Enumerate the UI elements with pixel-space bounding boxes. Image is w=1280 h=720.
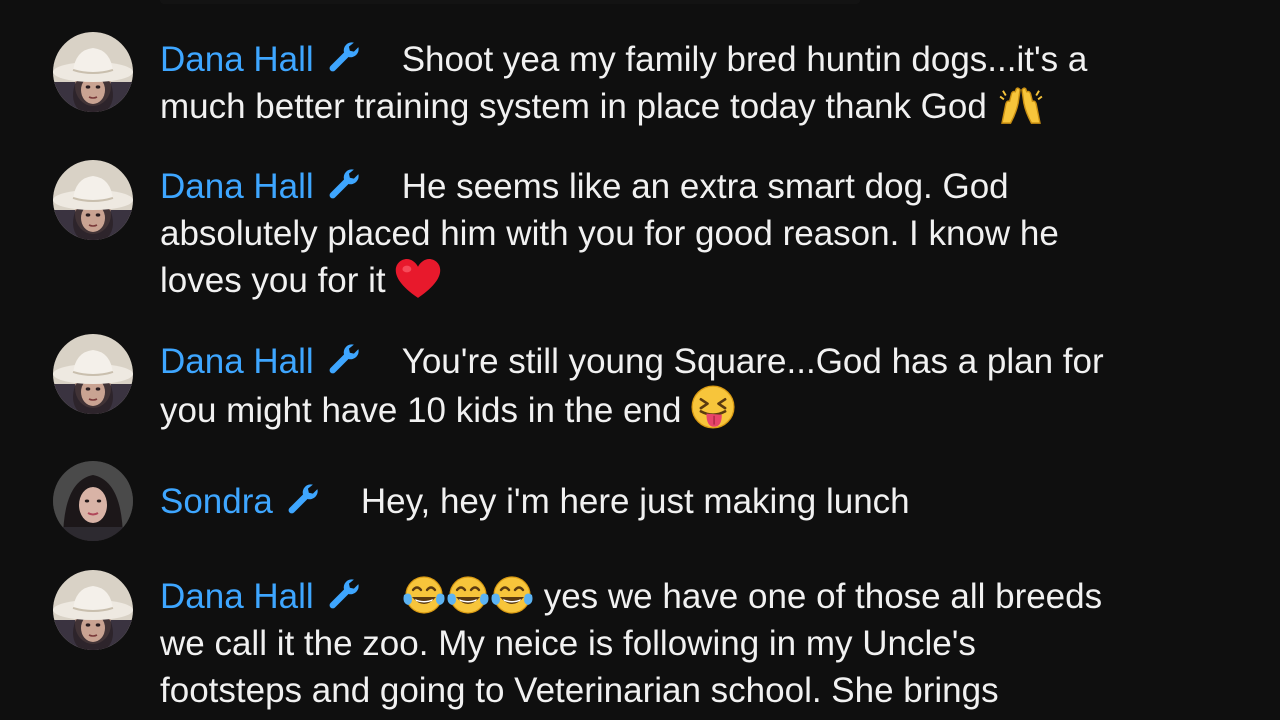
author-name[interactable]: Dana Hall — [160, 167, 314, 206]
avatar[interactable] — [53, 160, 133, 240]
message-text: much better training system in place tod… — [160, 87, 987, 126]
message-line: loves you for it — [160, 257, 1220, 311]
message-line: much better training system in place tod… — [160, 83, 1220, 137]
avatar[interactable] — [53, 32, 133, 112]
wrench-icon — [326, 341, 362, 389]
message-line: Sondra Hey, hey i'm here just making lunc… — [160, 478, 1220, 529]
author-name[interactable]: Dana Hall — [160, 577, 314, 616]
message-text: yes we have one of those all breeds — [543, 577, 1103, 616]
red-heart-emoji — [395, 259, 441, 311]
message-text: we call it the zoo. My neice is followin… — [160, 624, 976, 663]
tongue-out-emoji — [691, 385, 735, 441]
message-line: Dana Hall Shoot yea my family bred huntin… — [160, 36, 1220, 87]
wrench-icon — [326, 39, 362, 87]
message-text: you might have 10 kids in the end — [160, 391, 682, 430]
wrench-icon — [326, 166, 362, 214]
message-text: You're still young Square...God has a pl… — [401, 342, 1104, 381]
message-line: absolutely placed him with you for good … — [160, 210, 1220, 257]
message-text: absolutely placed him with you for good … — [160, 214, 1059, 253]
author-name[interactable]: Dana Hall — [160, 40, 314, 79]
message-line: we call it the zoo. My neice is followin… — [160, 620, 1220, 667]
message-text: Hey, hey i'm here just making lunch — [360, 482, 910, 521]
wrench-icon — [285, 481, 321, 529]
live-chat-feed: Dana Hall Shoot yea my family bred huntin… — [0, 0, 1280, 720]
raised-hands-emoji — [997, 87, 1045, 137]
message-line: Dana Hall yes we have one of those all br… — [160, 573, 1220, 627]
avatar[interactable] — [53, 461, 133, 541]
message-line: Dana Hall He seems like an extra smart do… — [160, 163, 1220, 214]
message-text: footsteps and going to Veterinarian scho… — [160, 671, 999, 710]
message-line: footsteps and going to Veterinarian scho… — [160, 667, 1220, 714]
author-name[interactable]: Dana Hall — [160, 342, 314, 381]
message-text: loves you for it — [160, 261, 386, 300]
clipped-previous-message — [160, 0, 860, 4]
message-text: He seems like an extra smart dog. God — [401, 167, 1009, 206]
message-line: you might have 10 kids in the end — [160, 385, 1220, 441]
message-line: Dana Hall You're still young Square...God… — [160, 338, 1220, 389]
avatar[interactable] — [53, 570, 133, 650]
author-name[interactable]: Sondra — [160, 482, 273, 521]
avatar[interactable] — [53, 334, 133, 414]
wrench-icon — [326, 576, 362, 624]
message-text: Shoot yea my family bred huntin dogs...i… — [401, 40, 1088, 79]
